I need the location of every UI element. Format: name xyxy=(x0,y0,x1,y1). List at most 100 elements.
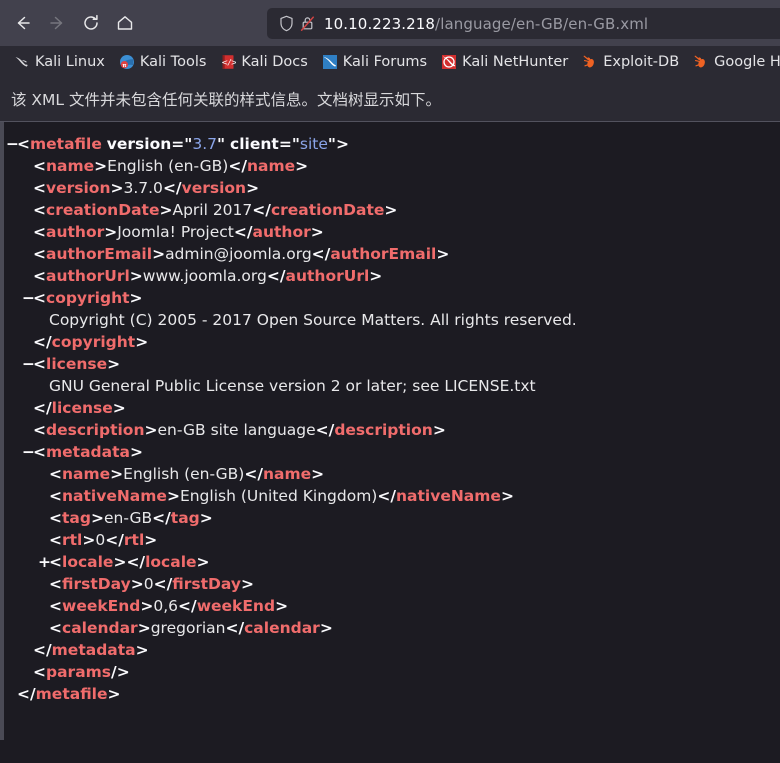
bookmark-kali-nethunter[interactable]: Kali NetHunter xyxy=(435,51,574,73)
xml-tag-name: metadata xyxy=(46,443,130,461)
xml-punctuation: > xyxy=(166,487,180,505)
xml-line: <name>English (en-GB)</name> xyxy=(6,463,780,485)
lock-crossed-out-icon[interactable] xyxy=(297,14,318,34)
xml-text-content: English (United Kingdom) xyxy=(179,487,378,505)
bookmark-exploit-db[interactable]: Exploit-DB xyxy=(576,51,685,73)
xml-tag-name: tag xyxy=(62,509,91,527)
xml-punctuation: < xyxy=(33,421,46,439)
xml-tag-name: author xyxy=(252,223,311,241)
xml-punctuation: < xyxy=(33,157,46,175)
xml-punctuation: </ xyxy=(105,531,124,549)
collapse-toggle-icon[interactable]: − xyxy=(22,287,35,309)
xml-line: −<license> xyxy=(6,353,780,375)
bookmarks-bar: Kali Linux π Kali Tools </> Kali Docs Ka… xyxy=(0,46,780,77)
xml-line: <description>en-GB site language</descri… xyxy=(6,419,780,441)
xml-punctuation: > xyxy=(241,575,254,593)
xml-tag-name: weekEnd xyxy=(62,597,141,615)
url-text: 10.10.223.218/language/en-GB/en-GB.xml xyxy=(324,15,648,33)
xml-tag-name: tag xyxy=(170,509,200,527)
xml-punctuation: > xyxy=(369,267,383,285)
xml-attribute-name: version xyxy=(106,135,172,153)
xml-tag-name: name xyxy=(262,465,312,483)
bookmark-label: Kali NetHunter xyxy=(462,53,569,70)
url-host: 10.10.223.218 xyxy=(324,14,436,33)
xml-tag-name: rtl xyxy=(62,531,83,549)
xml-tag-name: author xyxy=(46,223,105,241)
xml-text-content: Copyright (C) 2005 - 2017 Open Source Ma… xyxy=(49,311,577,329)
xml-punctuation: > xyxy=(152,245,166,263)
svg-text:π: π xyxy=(122,63,126,69)
xml-tag-name: creationDate xyxy=(270,201,385,219)
xml-text-content: April 2017 xyxy=(172,201,253,219)
xml-punctuation: > xyxy=(135,641,149,659)
xml-tag-name: firstDay xyxy=(62,575,131,593)
xml-punctuation: > xyxy=(104,223,118,241)
xml-punctuation: </ xyxy=(162,179,182,197)
bookmark-kali-docs[interactable]: </> Kali Docs xyxy=(214,51,313,73)
xml-tag-name: metafile xyxy=(35,685,108,703)
xml-line: <name>English (en-GB)</name> xyxy=(6,155,780,177)
expand-toggle-icon[interactable]: + xyxy=(38,551,51,573)
bookmark-kali-linux[interactable]: Kali Linux xyxy=(8,51,111,73)
xml-tag-name: metafile xyxy=(30,135,102,153)
xml-punctuation: > xyxy=(275,597,289,615)
xml-punctuation: > xyxy=(129,443,143,461)
xml-punctuation: < xyxy=(33,179,46,197)
xml-text-content: 3.7.0 xyxy=(123,179,163,197)
collapse-toggle-icon[interactable]: − xyxy=(22,441,35,463)
bookmark-kali-forums[interactable]: Kali Forums xyxy=(316,51,433,73)
xml-punctuation: > xyxy=(110,179,124,197)
xml-quote: " xyxy=(327,135,336,153)
url-bar[interactable]: 10.10.223.218/language/en-GB/en-GB.xml xyxy=(267,8,780,39)
xml-punctuation: < xyxy=(33,245,46,263)
collapse-toggle-icon[interactable]: − xyxy=(6,133,19,155)
xml-tag-name: rtl xyxy=(123,531,145,549)
xml-punctuation: </ xyxy=(153,575,173,593)
insecure-lock-glyph xyxy=(300,16,314,31)
vertical-scrollbar[interactable] xyxy=(0,122,4,740)
xml-text-content: 0,6 xyxy=(153,597,179,615)
xml-punctuation: > xyxy=(246,179,260,197)
xml-line: <authorUrl>www.joomla.org</authorUrl> xyxy=(6,265,780,287)
xml-tag-name: params xyxy=(46,663,112,681)
xml-tag-name: version xyxy=(181,179,247,197)
forward-button[interactable] xyxy=(40,6,74,40)
scrollbar-thumb[interactable] xyxy=(0,122,4,740)
xml-tag-name: license xyxy=(51,399,113,417)
kali-forums-icon xyxy=(322,54,337,69)
xml-punctuation: < xyxy=(33,289,46,307)
xml-line: <rtl>0</rtl> xyxy=(6,529,780,551)
shield-icon[interactable] xyxy=(276,14,297,34)
xml-punctuation: /> xyxy=(111,663,130,681)
xml-punctuation: > xyxy=(144,531,158,549)
home-icon xyxy=(117,16,133,30)
xml-punctuation: < xyxy=(49,487,62,505)
xml-punctuation: </ xyxy=(315,421,335,439)
xml-text-content: en-GB xyxy=(103,509,153,527)
bookmark-kali-tools[interactable]: π Kali Tools xyxy=(113,51,213,73)
xml-text-content: www.joomla.org xyxy=(142,267,267,285)
reload-button[interactable] xyxy=(74,6,108,40)
xml-tag-name: name xyxy=(246,157,296,175)
shield-glyph xyxy=(280,15,293,32)
back-arrow-icon xyxy=(17,16,30,30)
collapse-toggle-icon[interactable]: − xyxy=(22,353,35,375)
kali-nethunter-icon xyxy=(442,54,457,69)
xml-text-content: 0 xyxy=(95,531,106,549)
xml-tag-name: name xyxy=(46,157,95,175)
xml-line: −<copyright> xyxy=(6,287,780,309)
xml-tag-name: authorUrl xyxy=(46,267,130,285)
xml-punctuation: > xyxy=(107,685,121,703)
xml-tag-name: nativeName xyxy=(62,487,167,505)
xml-attribute-value: 3.7 xyxy=(192,135,218,153)
xml-punctuation: < xyxy=(49,619,62,637)
bookmark-label: Kali Tools xyxy=(139,53,207,70)
xml-punctuation: > xyxy=(129,289,143,307)
xml-equals: = xyxy=(171,135,185,153)
bookmark-google-hacking-db[interactable]: Google Hacking D xyxy=(687,51,780,73)
xml-punctuation: </ xyxy=(311,245,331,263)
home-button[interactable] xyxy=(108,6,142,40)
back-button[interactable] xyxy=(6,6,40,40)
xml-punctuation: > xyxy=(144,421,158,439)
xml-line: </copyright> xyxy=(6,331,780,353)
